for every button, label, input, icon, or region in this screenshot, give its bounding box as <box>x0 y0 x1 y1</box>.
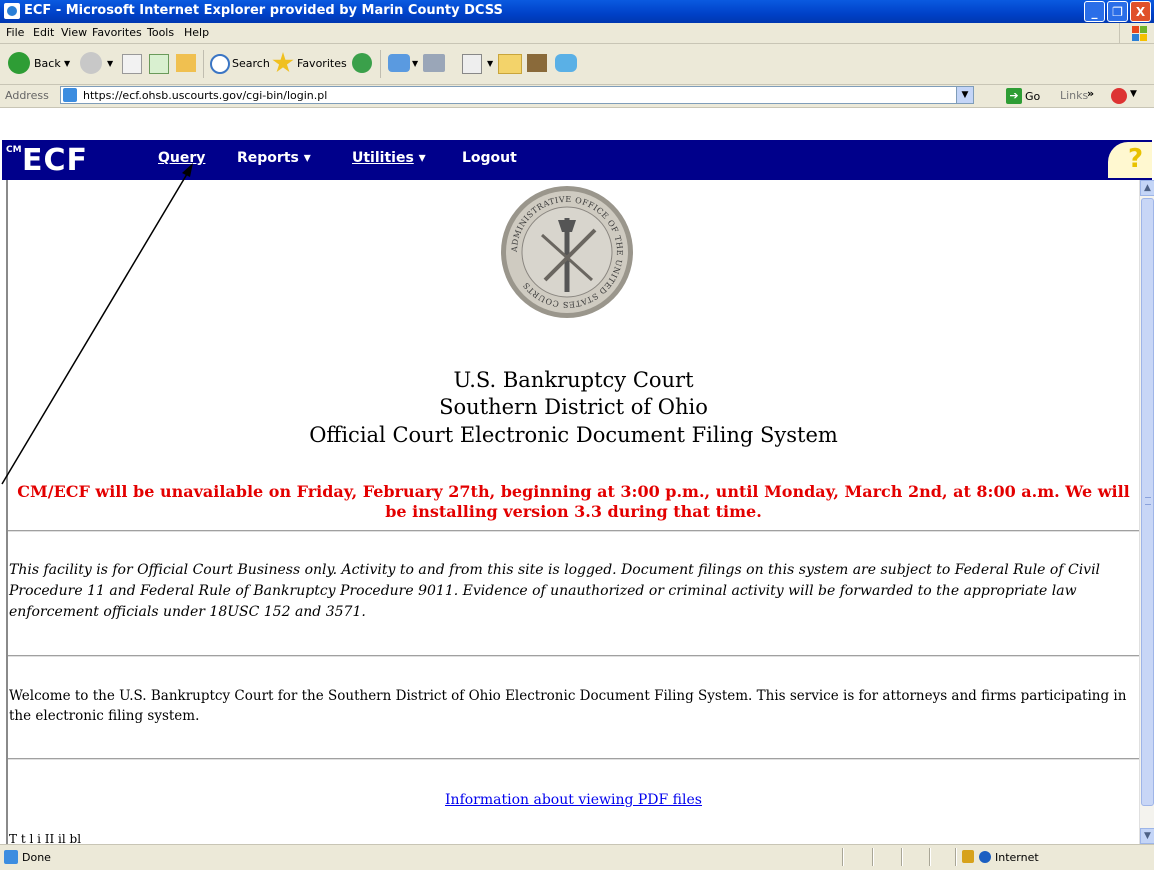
menu-file[interactable]: File <box>6 26 24 39</box>
maximize-button[interactable]: ❐ <box>1107 1 1128 22</box>
menu-edit[interactable]: Edit <box>33 26 54 39</box>
status-divider <box>842 848 844 866</box>
page-icon <box>63 88 77 102</box>
back-dropdown-icon[interactable]: ▼ <box>64 59 70 68</box>
windows-flag-icon <box>1119 23 1154 43</box>
vertical-scrollbar[interactable]: ▲ ▼ <box>1139 180 1154 844</box>
secure-lock-icon <box>962 850 974 863</box>
court-title-line-2: Southern District of Ohio <box>439 395 708 419</box>
usage-disclaimer: This facility is for Official Court Busi… <box>9 562 1101 620</box>
menu-bar: File Edit View Favorites Tools Help <box>0 23 1154 44</box>
discuss-icon[interactable] <box>498 54 522 74</box>
menu-help[interactable]: Help <box>184 26 209 39</box>
menu-view[interactable]: View <box>61 26 87 39</box>
stop-icon[interactable] <box>122 54 142 74</box>
history-icon[interactable] <box>352 53 372 73</box>
refresh-icon[interactable] <box>149 54 169 74</box>
mail-icon[interactable] <box>388 54 410 72</box>
nav-reports-label[interactable]: Reports <box>237 150 299 166</box>
window-title: ECF - Microsoft Internet Explorer provid… <box>24 3 503 18</box>
ecf-logo: ECF <box>22 143 89 178</box>
status-divider <box>955 848 957 866</box>
page-status-icon <box>4 850 18 864</box>
minimize-button[interactable]: _ <box>1084 1 1105 22</box>
help-icon[interactable]: ? <box>1108 142 1152 178</box>
search-icon[interactable] <box>210 54 230 74</box>
reports-dropdown-icon[interactable]: ▾ <box>304 150 311 166</box>
toolbar-extension-icon[interactable] <box>1111 88 1127 104</box>
pdf-info-link[interactable]: Information about viewing PDF files <box>8 792 1139 808</box>
close-button[interactable]: X <box>1130 1 1151 22</box>
go-arrow-icon[interactable]: ➔ <box>1006 88 1022 104</box>
extension-dropdown-icon[interactable]: ▼ <box>1130 89 1137 99</box>
zone-label: Internet <box>995 851 1039 864</box>
nav-query-label[interactable]: Query <box>158 150 205 166</box>
nav-query[interactable]: Query <box>158 150 205 166</box>
divider <box>8 530 1139 532</box>
scroll-up-icon[interactable]: ▲ <box>1140 180 1154 196</box>
messenger-icon[interactable] <box>555 54 577 72</box>
forward-arrow-icon[interactable] <box>80 52 102 74</box>
status-divider <box>929 848 931 866</box>
internet-zone-icon <box>979 851 991 863</box>
ie-app-icon <box>4 3 20 19</box>
court-seal-icon: ADMINISTRATIVE OFFICE OF THE UNITED STAT… <box>501 186 633 318</box>
address-label: Address <box>5 89 49 102</box>
utilities-dropdown-icon[interactable]: ▾ <box>419 150 426 166</box>
nav-logout[interactable]: Logout <box>462 150 517 166</box>
status-divider <box>901 848 903 866</box>
search-button-label[interactable]: Search <box>232 57 270 70</box>
standard-toolbar: Back ▼ ▼ Search Favorites ▼ ▼ <box>0 44 1154 85</box>
nav-utilities[interactable]: Utilities ▾ <box>352 150 426 166</box>
address-dropdown-icon[interactable]: ▼ <box>956 87 973 103</box>
status-text: Done <box>22 851 51 864</box>
print-icon[interactable] <box>423 54 445 72</box>
home-icon[interactable] <box>176 54 196 72</box>
nav-reports[interactable]: Reports ▾ <box>237 150 311 166</box>
edit-dropdown-icon[interactable]: ▼ <box>487 59 493 68</box>
forward-dropdown-icon[interactable]: ▼ <box>107 59 113 68</box>
address-url[interactable]: https://ecf.ohsb.uscourts.gov/cgi-bin/lo… <box>83 89 327 102</box>
address-field[interactable]: https://ecf.ohsb.uscourts.gov/cgi-bin/lo… <box>60 86 974 104</box>
address-bar: Address https://ecf.ohsb.uscourts.gov/cg… <box>0 85 1154 108</box>
welcome-text: Welcome to the U.S. Bankruptcy Court for… <box>9 688 1127 724</box>
back-button-label[interactable]: Back <box>34 57 61 70</box>
go-button-label[interactable]: Go <box>1025 90 1040 103</box>
page-content: ADMINISTRATIVE OFFICE OF THE UNITED STAT… <box>8 180 1139 844</box>
window-title-bar[interactable]: ECF - Microsoft Internet Explorer provid… <box>0 0 1154 23</box>
scroll-down-icon[interactable]: ▼ <box>1140 828 1154 844</box>
edit-word-icon[interactable] <box>462 54 482 74</box>
ecf-navigation-bar: CM ECF Query Reports ▾ Utilities ▾ Logou… <box>2 140 1152 180</box>
court-title-line-3: Official Court Electronic Document Filin… <box>309 423 838 447</box>
status-divider <box>872 848 874 866</box>
ecf-logo-cm: CM <box>6 145 22 155</box>
menu-favorites[interactable]: Favorites <box>92 26 142 39</box>
divider <box>8 655 1139 657</box>
divider <box>8 758 1139 760</box>
favorites-star-icon[interactable] <box>272 52 294 73</box>
mail-dropdown-icon[interactable]: ▼ <box>412 59 418 68</box>
status-bar: Done Internet <box>0 844 1154 870</box>
help-question-mark[interactable]: ? <box>1128 144 1143 174</box>
back-arrow-icon[interactable] <box>8 52 30 74</box>
favorites-button-label[interactable]: Favorites <box>297 57 347 70</box>
scroll-thumb[interactable] <box>1141 198 1154 806</box>
menu-tools[interactable]: Tools <box>147 26 174 39</box>
research-icon[interactable] <box>527 54 547 72</box>
maintenance-notice: CM/ECF will be unavailable on Friday, Fe… <box>17 482 1130 521</box>
scroll-grip-icon <box>1145 497 1151 505</box>
links-chevron-icon[interactable]: » <box>1087 87 1094 100</box>
cutoff-text: T t l i II il bl <box>9 832 82 844</box>
links-label[interactable]: Links <box>1060 89 1088 102</box>
court-title-line-1: U.S. Bankruptcy Court <box>453 368 694 392</box>
nav-utilities-label[interactable]: Utilities <box>352 150 414 166</box>
